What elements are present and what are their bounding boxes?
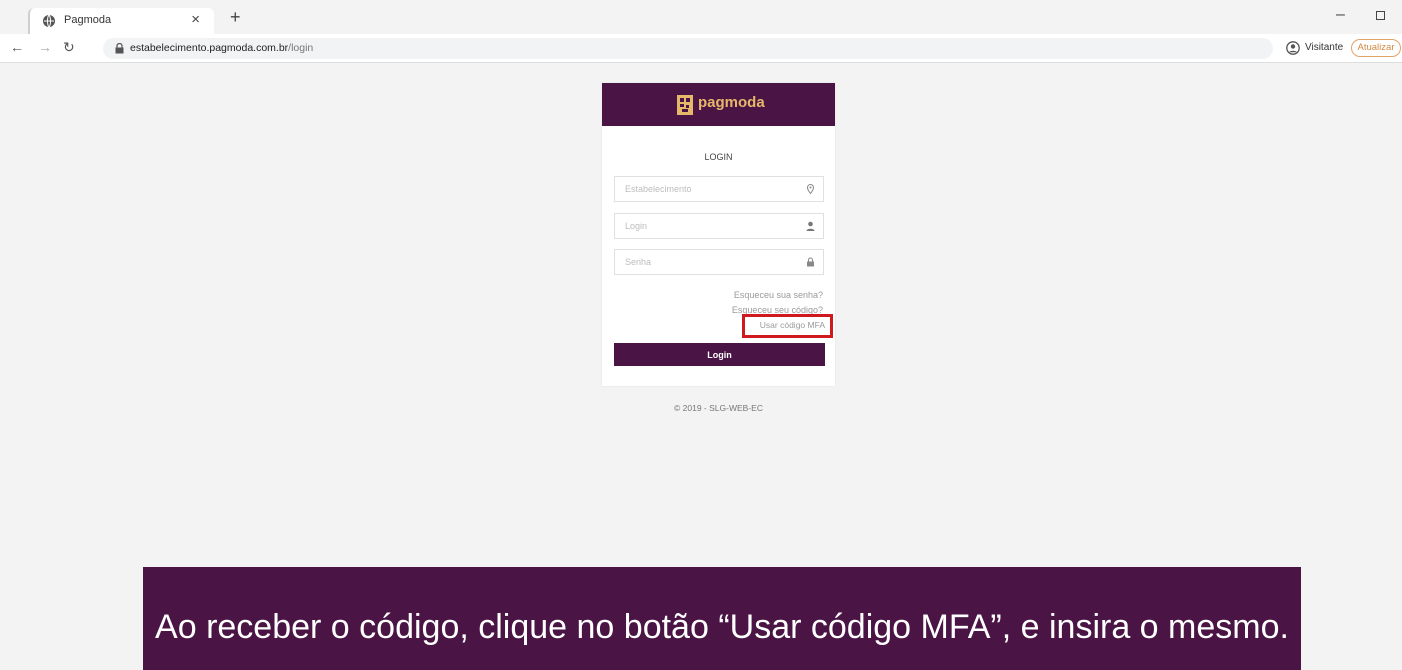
browser-tab-strip: Pagmoda × + – [0,0,1402,34]
login-button[interactable]: Login [614,343,825,366]
update-button[interactable]: Atualizar [1351,39,1401,57]
lock-icon [115,43,124,54]
copyright-text: © 2019 - SLG-WEB-EC [674,403,763,413]
login-card: pagmoda LOGIN Esqueceu sua senha? Esquec… [602,83,835,386]
forgot-password-link[interactable]: Esqueceu sua senha? [673,290,823,300]
login-field [614,213,824,239]
new-tab-button[interactable]: + [230,8,241,26]
password-field [614,249,824,275]
establishment-input[interactable] [615,177,805,201]
profile-label[interactable]: Visitante [1305,42,1343,53]
lock-icon [807,257,814,267]
instruction-caption: Ao receber o código, clique no botão “Us… [143,567,1301,670]
map-pin-icon [806,184,815,194]
password-input[interactable] [615,250,805,274]
url-text: estabelecimento.pagmoda.com.br/login [130,42,313,54]
tab-close-icon[interactable]: × [191,11,200,28]
url-path: /login [288,42,314,54]
profile-avatar-icon[interactable] [1286,41,1300,55]
address-bar[interactable]: estabelecimento.pagmoda.com.br/login [103,38,1273,59]
tab-title: Pagmoda [64,14,112,26]
login-input[interactable] [615,214,805,238]
browser-toolbar: ← → ↻ estabelecimento.pagmoda.com.br/log… [0,34,1402,63]
url-host: estabelecimento.pagmoda.com.br [130,42,289,54]
back-arrow-icon[interactable]: ← [10,39,24,55]
brand-header: pagmoda [602,83,835,126]
caption-text: Ao receber o código, clique no botão “Us… [155,608,1289,646]
pagmoda-logo-icon [677,95,693,115]
login-heading: LOGIN [704,152,733,162]
use-mfa-code-link[interactable]: Usar código MFA [742,314,833,338]
browser-tab[interactable]: Pagmoda × [28,8,214,34]
globe-icon [43,14,55,28]
reload-icon[interactable]: ↻ [63,39,75,56]
brand-name: pagmoda [698,94,765,111]
window-minimize-button[interactable]: – [1336,6,1345,24]
establishment-field [614,176,824,202]
forward-arrow-icon[interactable]: → [38,39,52,55]
window-maximize-button[interactable] [1376,11,1385,20]
user-icon [806,221,815,231]
